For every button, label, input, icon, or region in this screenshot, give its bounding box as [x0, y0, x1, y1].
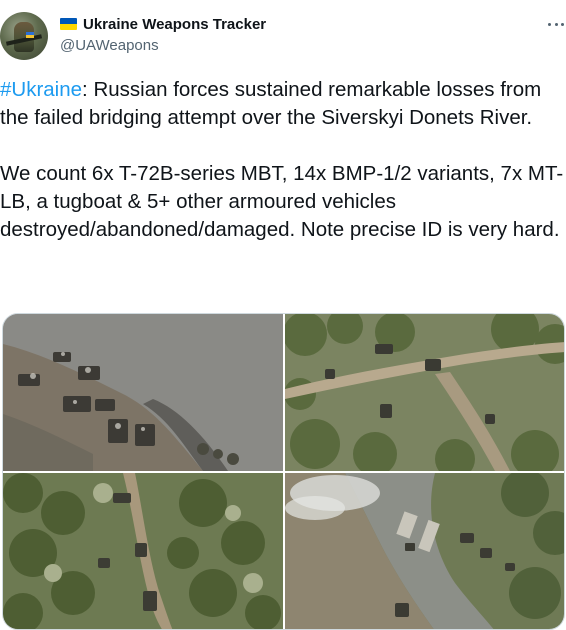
ukraine-flag-icon — [60, 18, 77, 30]
more-options-icon[interactable] — [548, 22, 564, 28]
photo-1[interactable] — [3, 314, 283, 471]
author-display-name[interactable]: Ukraine Weapons Tracker — [83, 16, 266, 33]
tweet-text-part1: : Russian forces sustained remarkable lo… — [0, 78, 547, 129]
author-name-row[interactable]: Ukraine Weapons Tracker — [60, 14, 566, 34]
author-handle[interactable]: @UAWeapons — [60, 37, 566, 54]
avatar[interactable] — [0, 12, 48, 60]
media-grid — [2, 313, 565, 630]
tweet-text: #Ukraine: Russian forces sustained remar… — [0, 76, 566, 244]
hashtag-link[interactable]: #Ukraine — [0, 78, 82, 101]
tweet[interactable]: Ukraine Weapons Tracker @UAWeapons #Ukra… — [0, 0, 566, 630]
avatar-patch — [26, 32, 34, 38]
tweet-text-part2: We count 6x T-72B-series MBT, 14x BMP-1/… — [0, 162, 564, 241]
photo-4[interactable] — [285, 473, 564, 629]
photo-3[interactable] — [3, 473, 283, 629]
tweet-header: Ukraine Weapons Tracker @UAWeapons — [60, 14, 566, 54]
photo-2[interactable] — [285, 314, 564, 471]
